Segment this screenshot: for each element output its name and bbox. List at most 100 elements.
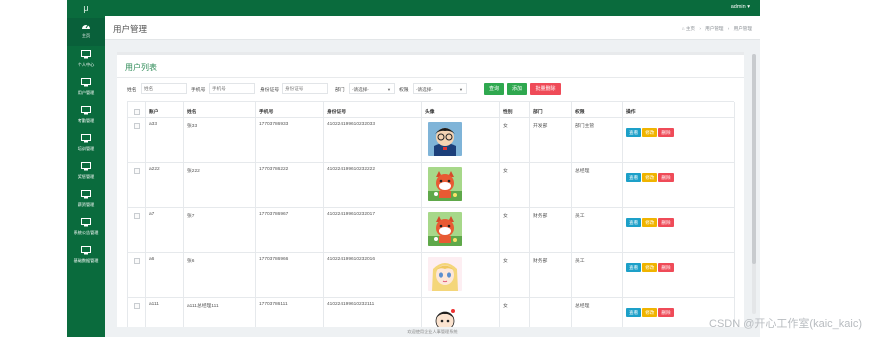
view-button[interactable]: 查看 (626, 218, 642, 227)
header-select-all[interactable] (128, 102, 146, 117)
cell-phone: 17703786966 (256, 253, 324, 297)
sidebar-item-0[interactable]: 主页 (67, 18, 105, 46)
table-row: a7 张7 17703786967 410224199610232017 女财务部 员工查… (128, 208, 735, 253)
row-checkbox[interactable] (134, 123, 140, 129)
avatar (428, 167, 462, 201)
header-avatar: 头像 (422, 102, 500, 117)
logo: μ (83, 3, 89, 13)
delete-button[interactable]: 删除 (658, 173, 674, 182)
row-checkbox[interactable] (134, 258, 140, 264)
cell-account: a33 (146, 118, 184, 162)
row-checkbox[interactable] (134, 213, 140, 219)
sidebar-item-6[interactable]: 薪资管理 (67, 186, 105, 214)
sidebar-item-label: 用户管理 (77, 90, 95, 95)
select-cell (128, 298, 146, 327)
breadcrumb-section[interactable]: 用户管理 (705, 26, 723, 31)
header-idcard: 身份证号 (324, 102, 422, 117)
permission-select[interactable]: -请选择- ▼ (413, 83, 467, 94)
table-row: a222 张222 17703786222 410224199610232222 女总经… (128, 163, 735, 208)
cell-role: 员工 (572, 208, 623, 252)
cell-name: 张33 (184, 118, 256, 162)
cell-gender: 女 (500, 208, 530, 252)
table-row: a6 张6 17703786966 410224199610232016 女财务部 员工查… (128, 253, 735, 298)
idcard-input[interactable] (282, 83, 328, 94)
breadcrumb-home[interactable]: ⌂ 主页 (682, 26, 695, 31)
page-title: 用户管理 (113, 24, 148, 34)
sidebar-item-label: 基础数据管理 (73, 258, 99, 263)
sidebar-item-label: 薪资管理 (77, 202, 95, 207)
delete-button[interactable]: 删除 (658, 263, 674, 272)
sidebar-item-4[interactable]: 培训管理 (67, 130, 105, 158)
phone-input[interactable] (209, 83, 255, 94)
cell-role: 总经理 (572, 298, 623, 327)
sidebar-item-2[interactable]: 用户管理 (67, 74, 105, 102)
select-cell (128, 163, 146, 207)
edit-button[interactable]: 修改 (642, 218, 658, 227)
user-table: 账户 姓名 手机号 身份证号 头像 性别 部门 权限 操作 a33 张33 17703786933 4… (127, 101, 735, 327)
edit-button[interactable]: 修改 (642, 263, 658, 272)
app-frame: μ 主页 个人中心 用户管理 考勤管理 培训管理 奖惩管理 薪资管理 系统公告管理 基础数据管理… (67, 0, 760, 337)
cell-dept: 财务部 (530, 253, 572, 297)
monitor-icon (67, 106, 105, 116)
sidebar-item-5[interactable]: 奖惩管理 (67, 158, 105, 186)
search-button[interactable]: 查询 (484, 83, 504, 95)
scrollbar-thumb[interactable] (752, 54, 756, 264)
sidebar-item-3[interactable]: 考勤管理 (67, 102, 105, 130)
topbar: admin ▾ (105, 0, 760, 16)
cell-gender: 女 (500, 298, 530, 327)
delete-button[interactable]: 删除 (658, 308, 674, 317)
table-row: a111 a111总经理111 17703786111 410224199610232… (128, 298, 735, 327)
cell-idcard: 410224199610232016 (324, 253, 422, 297)
edit-button[interactable]: 修改 (642, 128, 658, 137)
admin-menu[interactable]: admin ▾ (731, 4, 750, 10)
cell-account: a222 (146, 163, 184, 207)
cell-phone: 17703786967 (256, 208, 324, 252)
row-checkbox[interactable] (134, 168, 140, 174)
delete-button[interactable]: 删除 (658, 218, 674, 227)
actions-cell: 查看 修改 删除 (623, 208, 735, 252)
footer-text: 欢迎使用企业人事管理系统 (407, 329, 458, 334)
actions-cell: 查看 修改 删除 (623, 163, 735, 207)
avatar-cell (422, 163, 500, 207)
actions-cell: 查看 修改 删除 (623, 253, 735, 297)
row-checkbox[interactable] (134, 303, 140, 309)
delete-button[interactable]: 删除 (658, 128, 674, 137)
actions-cell: 查看 修改 删除 (623, 118, 735, 162)
name-input[interactable] (141, 83, 187, 94)
view-button[interactable]: 查看 (626, 308, 642, 317)
breadcrumb: ⌂ 主页 › 用户管理 › 用户管理 (679, 26, 752, 32)
cell-role: 部门主管 (572, 118, 623, 162)
avatar-cell (422, 118, 500, 162)
view-button[interactable]: 查看 (626, 173, 642, 182)
monitor-icon (67, 50, 105, 60)
idcard-label: 身份证号 (260, 88, 280, 93)
sidebar-item-1[interactable]: 个人中心 (67, 46, 105, 74)
breadcrumb-current: 用户管理 (733, 26, 752, 31)
view-button[interactable]: 查看 (626, 263, 642, 272)
select-all-checkbox[interactable] (134, 109, 140, 115)
edit-button[interactable]: 修改 (642, 173, 658, 182)
sidebar-item-8[interactable]: 基础数据管理 (67, 242, 105, 270)
sidebar-item-label: 主页 (81, 33, 91, 38)
cell-gender: 女 (500, 253, 530, 297)
sidebar-item-7[interactable]: 系统公告管理 (67, 214, 105, 242)
permission-select-value: -请选择- (416, 87, 433, 92)
avatar-cell (422, 208, 500, 252)
table-header: 账户 姓名 手机号 身份证号 头像 性别 部门 权限 操作 (128, 102, 735, 118)
breadcrumb-separator: › (727, 26, 730, 31)
dept-select[interactable]: -请选择- ▼ (349, 83, 395, 94)
monitor-icon (67, 78, 105, 88)
view-button[interactable]: 查看 (626, 128, 642, 137)
title-bar: 用户管理 ⌂ 主页 › 用户管理 › 用户管理 (105, 16, 760, 40)
add-button[interactable]: 添加 (507, 83, 527, 95)
dept-select-value: -请选择- (352, 87, 369, 92)
avatar-cell (422, 253, 500, 297)
divider (117, 77, 744, 78)
edit-button[interactable]: 修改 (642, 308, 658, 317)
batch-delete-button[interactable]: 批量删除 (530, 83, 561, 95)
cell-name: 张222 (184, 163, 256, 207)
cell-gender: 女 (500, 163, 530, 207)
header-phone: 手机号 (256, 102, 324, 117)
avatar (428, 212, 462, 246)
header-name: 姓名 (184, 102, 256, 117)
